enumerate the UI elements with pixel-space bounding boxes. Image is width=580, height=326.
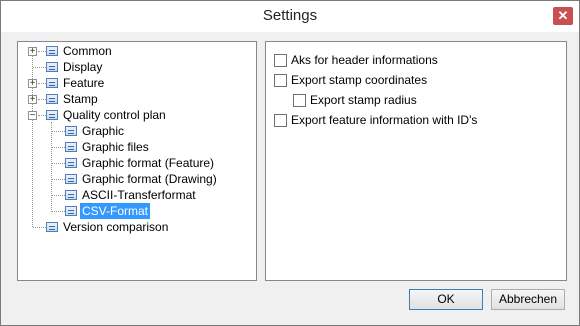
settings-page-icon bbox=[46, 62, 58, 72]
tree-item-graphic-files[interactable]: Graphic files bbox=[18, 139, 254, 155]
tree-item-label: Common bbox=[63, 44, 112, 58]
checkbox-label: Export feature information with ID's bbox=[291, 113, 478, 127]
settings-page-icon bbox=[65, 158, 77, 168]
checkbox[interactable] bbox=[274, 54, 287, 67]
settings-tree[interactable]: + Common Display + Feature + Stamp − Qua… bbox=[17, 41, 257, 281]
checkbox[interactable] bbox=[293, 94, 306, 107]
tree-item-display[interactable]: Display bbox=[18, 59, 254, 75]
checkbox-label: Export stamp coordinates bbox=[291, 73, 428, 87]
checkbox[interactable] bbox=[274, 114, 287, 127]
cancel-button[interactable]: Abbrechen bbox=[491, 289, 565, 310]
settings-dialog: Settings ✕ + Common Display + Feature + … bbox=[0, 0, 580, 326]
tree-item-graphic-format-feature[interactable]: Graphic format (Feature) bbox=[18, 155, 254, 171]
collapse-minus-icon[interactable]: − bbox=[28, 111, 37, 121]
settings-page-icon bbox=[46, 78, 58, 88]
close-icon: ✕ bbox=[557, 8, 569, 23]
expand-plus-icon[interactable]: + bbox=[28, 79, 37, 89]
expand-plus-icon[interactable]: + bbox=[28, 47, 37, 57]
settings-page-icon bbox=[46, 222, 58, 232]
expand-plus-icon[interactable]: + bbox=[28, 95, 37, 105]
tree-item-label: Graphic format (Drawing) bbox=[82, 172, 217, 186]
checkbox-label: Aks for header informations bbox=[291, 53, 438, 67]
title-bar: Settings ✕ bbox=[1, 1, 579, 32]
tree-item-label: Stamp bbox=[63, 92, 98, 106]
settings-page-icon bbox=[46, 94, 58, 104]
tree-item-label: Graphic format (Feature) bbox=[82, 156, 215, 170]
tree-item-version-comparison[interactable]: Version comparison bbox=[18, 219, 254, 235]
settings-page-icon bbox=[65, 174, 77, 184]
tree-item-stamp[interactable]: + Stamp bbox=[18, 91, 254, 107]
ok-button[interactable]: OK bbox=[409, 289, 483, 310]
checkbox[interactable] bbox=[274, 74, 287, 87]
tree-item-ascii-transferformat[interactable]: ASCII-Transferformat bbox=[18, 187, 254, 203]
tree-item-quality-control-plan[interactable]: − Quality control plan bbox=[18, 107, 254, 123]
settings-page-icon bbox=[65, 190, 77, 200]
tree-item-label: ASCII-Transferformat bbox=[82, 188, 196, 202]
tree-item-label: Quality control plan bbox=[63, 108, 166, 122]
tree-item-label: Graphic bbox=[82, 124, 125, 138]
tree-item-common[interactable]: + Common bbox=[18, 43, 254, 59]
tree-item-graphic[interactable]: Graphic bbox=[18, 123, 254, 139]
tree-item-feature[interactable]: + Feature bbox=[18, 75, 254, 91]
tree-item-label: Graphic files bbox=[82, 140, 149, 154]
settings-page-icon bbox=[46, 46, 58, 56]
tree-item-label: Feature bbox=[63, 76, 105, 90]
tree-item-label-selected: CSV-Format bbox=[80, 203, 151, 219]
tree-item-csv-format[interactable]: CSV-Format bbox=[18, 203, 254, 219]
settings-page-icon bbox=[65, 142, 77, 152]
tree-item-label: Version comparison bbox=[63, 220, 169, 234]
settings-page-icon bbox=[65, 206, 77, 216]
checkbox-label: Export stamp radius bbox=[310, 93, 417, 107]
settings-page-icon bbox=[46, 110, 58, 120]
tree-item-graphic-format-drawing[interactable]: Graphic format (Drawing) bbox=[18, 171, 254, 187]
settings-page-icon bbox=[65, 126, 77, 136]
close-button[interactable]: ✕ bbox=[553, 7, 573, 25]
tree-item-label: Display bbox=[63, 60, 103, 74]
csv-format-options-panel: Aks for header informations Export stamp… bbox=[265, 41, 567, 281]
dialog-title: Settings bbox=[262, 7, 318, 24]
